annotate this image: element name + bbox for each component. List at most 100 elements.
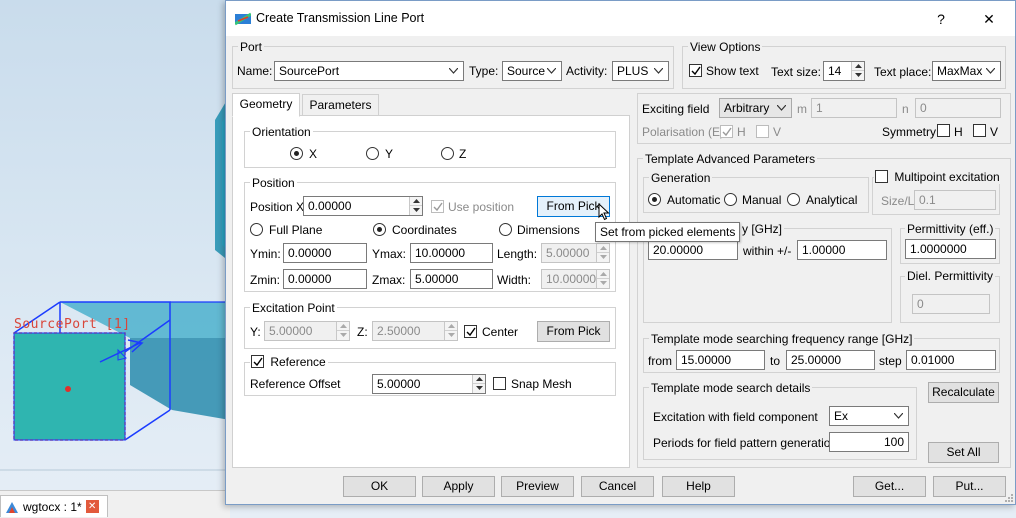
position-x-label: Position X — [250, 200, 305, 214]
activity-combo[interactable]: PLUS — [612, 61, 669, 81]
m-field[interactable]: 1 — [811, 98, 897, 118]
spin-up-icon[interactable] — [337, 322, 349, 331]
orientation-x-radio[interactable] — [290, 147, 303, 160]
ymax-field[interactable]: 10.00000 — [410, 243, 493, 263]
port-type-combo[interactable]: Source — [502, 61, 562, 81]
port-name-value: SourcePort — [279, 64, 340, 78]
spin-down-icon[interactable] — [473, 384, 485, 393]
excitation-z-spinner[interactable] — [444, 322, 457, 340]
center-label: Center — [482, 325, 519, 339]
multipoint-checkbox[interactable] — [875, 170, 888, 183]
polarisation-h-checkbox[interactable] — [720, 125, 733, 138]
exciting-field-value: Arbitrary — [724, 101, 770, 115]
coordinates-radio[interactable] — [373, 223, 386, 236]
show-text-checkbox[interactable] — [689, 64, 702, 77]
put-button[interactable]: Put... — [933, 476, 1006, 497]
position-x-value: 0.00000 — [308, 199, 352, 213]
document-tab[interactable]: wgtocx : 1* ✕ — [0, 495, 108, 517]
reference-offset-spinbox[interactable]: 5.00000 — [372, 374, 486, 394]
spin-up-icon[interactable] — [410, 197, 422, 206]
width-value: 10.00000 — [546, 272, 597, 286]
text-size-spinbox[interactable]: 14 — [823, 61, 865, 81]
periods-field[interactable]: 100 — [829, 432, 909, 452]
spin-down-icon[interactable] — [597, 279, 609, 288]
excitation-z-spinbox[interactable]: 2.50000 — [372, 321, 458, 341]
port-name-combo[interactable]: SourcePort — [274, 61, 464, 81]
close-tab-icon[interactable]: ✕ — [85, 500, 99, 513]
reference-checkbox[interactable] — [251, 355, 264, 368]
to-field[interactable]: 25.00000 — [786, 350, 875, 370]
permittivity-field[interactable]: 1.0000000 — [905, 239, 996, 259]
cancel-button[interactable]: Cancel — [581, 476, 654, 497]
snap-mesh-checkbox[interactable] — [493, 377, 506, 390]
frequency-field[interactable]: 20.00000 — [648, 240, 738, 260]
tab-parameters[interactable]: Parameters — [302, 94, 379, 116]
zmax-field[interactable]: 5.00000 — [410, 269, 493, 289]
spin-down-icon[interactable] — [410, 206, 422, 215]
excitation-component-combo[interactable]: Ex — [829, 406, 909, 426]
generation-automatic-radio[interactable] — [648, 193, 661, 206]
symmetry-v-checkbox[interactable] — [973, 124, 986, 137]
ok-button[interactable]: OK — [343, 476, 416, 497]
diel-permittivity-field[interactable]: 0 — [912, 294, 990, 314]
full-plane-radio[interactable] — [250, 223, 263, 236]
port-label: SourcePort [1] — [14, 317, 131, 332]
dialog-titlebar[interactable]: Create Transmission Line Port ? ✕ — [226, 1, 1015, 36]
spin-up-icon[interactable] — [597, 244, 609, 253]
spin-down-icon[interactable] — [445, 331, 457, 340]
position-x-spinner[interactable] — [409, 197, 422, 215]
text-size-value: 14 — [828, 64, 842, 78]
spin-down-icon[interactable] — [852, 71, 864, 80]
exciting-field-combo[interactable]: Arbitrary — [719, 98, 792, 118]
generation-manual-radio[interactable] — [724, 193, 737, 206]
show-text-label: Show text — [706, 64, 759, 78]
n-field[interactable]: 0 — [915, 98, 1001, 118]
polarisation-v-checkbox[interactable] — [756, 125, 769, 138]
dimensions-radio[interactable] — [499, 223, 512, 236]
generation-analytical-radio[interactable] — [787, 193, 800, 206]
within-field[interactable]: 1.00000 — [797, 240, 887, 260]
excitation-from-pick-button[interactable]: From Pick — [537, 321, 610, 342]
ymin-field[interactable]: 0.00000 — [283, 243, 367, 263]
resize-grip-icon[interactable] — [1003, 492, 1014, 503]
text-size-spinner[interactable] — [851, 62, 864, 80]
spin-up-icon[interactable] — [852, 62, 864, 71]
position-x-spinbox[interactable]: 0.00000 — [303, 196, 423, 216]
spin-up-icon[interactable] — [473, 375, 485, 384]
use-position-checkbox[interactable] — [431, 200, 444, 213]
excitation-y-spinner[interactable] — [336, 322, 349, 340]
length-spinbox[interactable]: 5.00000 — [541, 243, 610, 263]
spin-up-icon[interactable] — [597, 270, 609, 279]
text-place-combo[interactable]: MaxMax — [932, 61, 1001, 81]
spin-down-icon[interactable] — [337, 331, 349, 340]
size-l-field[interactable]: 0.1 — [914, 190, 996, 210]
recalculate-button[interactable]: Recalculate — [928, 382, 999, 403]
close-icon[interactable]: ✕ — [979, 9, 999, 29]
center-checkbox[interactable] — [464, 325, 477, 338]
from-field[interactable]: 15.00000 — [676, 350, 765, 370]
generation-manual-label: Manual — [742, 193, 782, 207]
excitation-y-spinbox[interactable]: 5.00000 — [264, 321, 350, 341]
apply-button[interactable]: Apply — [422, 476, 495, 497]
step-field[interactable]: 0.01000 — [906, 350, 996, 370]
set-all-button[interactable]: Set All — [928, 442, 999, 463]
use-position-label: Use position — [448, 200, 515, 214]
length-spinner[interactable] — [596, 244, 609, 262]
get-button[interactable]: Get... — [853, 476, 926, 497]
width-spinner[interactable] — [596, 270, 609, 288]
preview-button[interactable]: Preview — [501, 476, 574, 497]
tab-geometry[interactable]: Geometry — [232, 93, 300, 117]
orientation-z-radio[interactable] — [441, 147, 454, 160]
reference-offset-spinner[interactable] — [472, 375, 485, 393]
spin-up-icon[interactable] — [445, 322, 457, 331]
width-spinbox[interactable]: 10.00000 — [541, 269, 610, 289]
orientation-y-radio[interactable] — [366, 147, 379, 160]
orientation-x-label: X — [309, 147, 318, 161]
help-icon[interactable]: ? — [931, 9, 951, 29]
help-button[interactable]: Help — [662, 476, 735, 497]
reference-offset-value: 5.00000 — [377, 377, 421, 391]
symmetry-h-checkbox[interactable] — [937, 124, 950, 137]
zmin-field[interactable]: 0.00000 — [283, 269, 367, 289]
spin-down-icon[interactable] — [597, 253, 609, 262]
3d-viewport[interactable]: SourcePort [1] — [0, 0, 230, 490]
